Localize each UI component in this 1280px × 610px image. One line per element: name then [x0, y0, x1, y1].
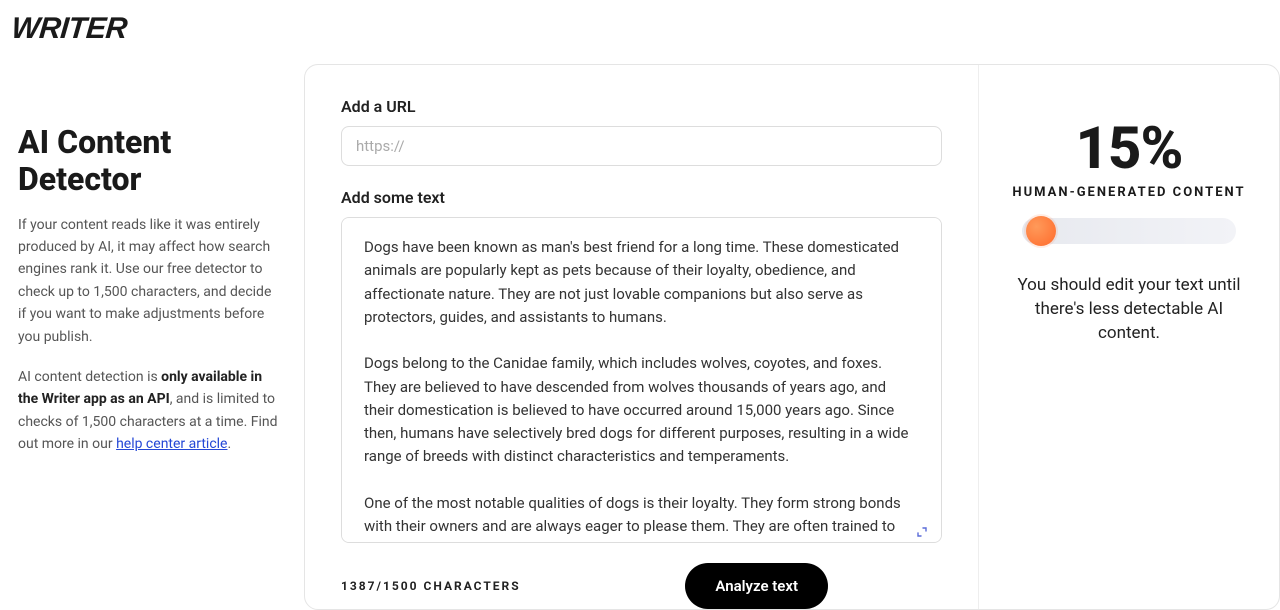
- score-meter: [1022, 218, 1236, 244]
- api-note-suffix: .: [227, 436, 231, 452]
- analyze-button[interactable]: Analyze text: [685, 563, 828, 609]
- sidebar-info: AI Content Detector If your content read…: [18, 64, 298, 610]
- advice-text: You should edit your text until there's …: [1007, 274, 1251, 345]
- human-generated-label: HUMAN-GENERATED CONTENT: [1007, 185, 1251, 200]
- intro-paragraph: If your content reads like it was entire…: [18, 214, 278, 348]
- api-note-paragraph: AI content detection is only available i…: [18, 366, 278, 456]
- detector-card: Add a URL Add some text 1387/1500 CHARAC…: [304, 64, 1280, 610]
- text-label: Add some text: [341, 188, 942, 207]
- brand-logo: WRITER: [0, 0, 1280, 46]
- url-input[interactable]: [341, 126, 942, 166]
- api-note-prefix: AI content detection is: [18, 369, 161, 385]
- page-title: AI Content Detector: [18, 124, 278, 198]
- content-textarea[interactable]: [342, 218, 941, 542]
- human-percent: 15%: [1007, 115, 1251, 183]
- character-count: 1387/1500 CHARACTERS: [341, 579, 521, 593]
- url-label: Add a URL: [341, 97, 942, 116]
- score-meter-fill: [1022, 218, 1054, 244]
- help-center-link[interactable]: help center article: [116, 436, 227, 452]
- score-meter-knob: [1026, 216, 1056, 246]
